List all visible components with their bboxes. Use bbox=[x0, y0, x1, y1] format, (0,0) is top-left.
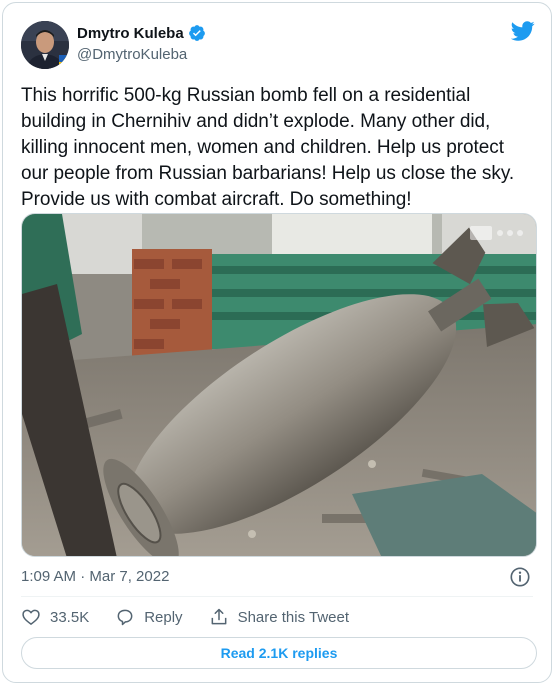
reply-button[interactable]: Reply bbox=[115, 607, 183, 627]
author-name[interactable]: Dmytro Kuleba bbox=[77, 25, 184, 42]
tweet-actions: 33.5K Reply Share this Tweet bbox=[21, 607, 375, 627]
like-button[interactable]: 33.5K bbox=[21, 607, 89, 627]
divider bbox=[21, 596, 533, 597]
avatar[interactable] bbox=[21, 21, 69, 69]
author-name-row[interactable]: Dmytro Kuleba bbox=[77, 24, 206, 42]
tweet-timestamp[interactable]: 1:09 AM · Mar 7, 2022 bbox=[21, 568, 169, 585]
read-replies-button[interactable]: Read 2.1K replies bbox=[21, 637, 537, 669]
like-count: 33.5K bbox=[50, 608, 90, 626]
share-icon bbox=[211, 608, 226, 625]
tweet-photo[interactable] bbox=[21, 213, 537, 557]
tweet-card: Dmytro Kuleba @DmytroKuleba This horrifi… bbox=[2, 2, 552, 683]
heart-icon bbox=[22, 609, 40, 625]
info-icon[interactable] bbox=[509, 566, 531, 588]
share-button[interactable]: Share this Tweet bbox=[209, 607, 349, 627]
verified-badge-icon bbox=[188, 24, 206, 42]
twitter-bird-icon[interactable] bbox=[510, 19, 535, 43]
author-handle[interactable]: @DmytroKuleba bbox=[77, 46, 187, 63]
tweet-text: This horrific 500-kg Russian bomb fell o… bbox=[21, 85, 515, 210]
share-label: Share this Tweet bbox=[237, 608, 350, 626]
reply-icon bbox=[117, 609, 133, 626]
reply-label: Reply bbox=[144, 608, 183, 626]
